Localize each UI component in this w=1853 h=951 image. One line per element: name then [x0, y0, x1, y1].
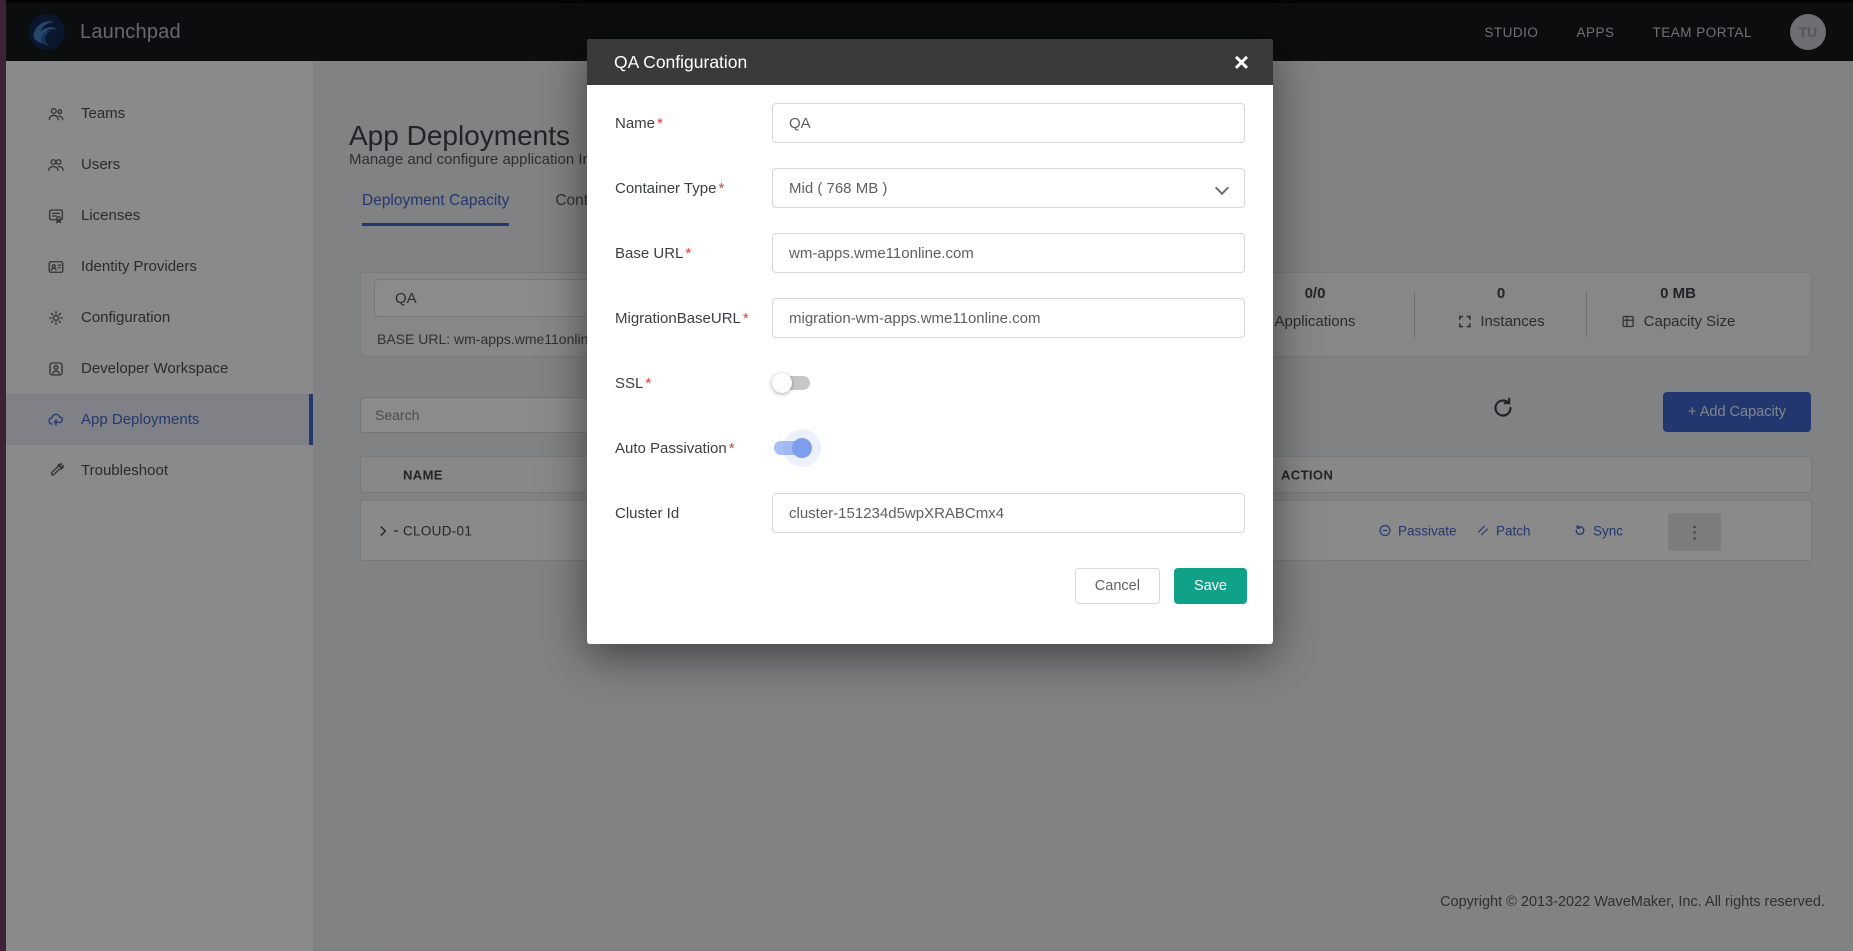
field-label: Base URL*: [615, 245, 772, 262]
name-input[interactable]: [772, 103, 1245, 143]
modal-body: Name* Container Type* Mid ( 768 MB ) Bas…: [587, 85, 1273, 533]
toggle-knob: [792, 438, 812, 458]
field-label-text: MigrationBaseURL: [615, 310, 741, 327]
field-label-text: Name: [615, 115, 655, 132]
field-label: Container Type*: [615, 180, 772, 197]
qa-configuration-modal: QA Configuration × Name* Container Type*…: [587, 39, 1273, 644]
migration-base-url-input[interactable]: [772, 298, 1245, 338]
field-label-text: SSL: [615, 375, 643, 392]
save-button[interactable]: Save: [1174, 568, 1247, 604]
required-asterisk: *: [729, 440, 735, 457]
app-root: Launchpad STUDIO APPS TEAM PORTAL TU Tea…: [0, 0, 1853, 951]
field-label-text: Cluster Id: [615, 505, 679, 522]
field-label: Cluster Id: [615, 505, 772, 522]
required-asterisk: *: [743, 310, 749, 327]
field-label: SSL*: [615, 375, 772, 392]
field-label-text: Auto Passivation: [615, 440, 727, 457]
field-name: Name*: [615, 103, 1245, 143]
field-label: Name*: [615, 115, 772, 132]
cancel-button[interactable]: Cancel: [1075, 568, 1160, 604]
field-auto-passivation: Auto Passivation*: [615, 428, 1245, 468]
field-label: Auto Passivation*: [615, 440, 772, 457]
select-value: Mid ( 768 MB ): [789, 180, 887, 197]
field-base-url: Base URL*: [615, 233, 1245, 273]
modal-title: QA Configuration: [614, 52, 747, 73]
modal-footer: Cancel Save: [587, 558, 1273, 644]
field-ssl: SSL*: [615, 363, 1245, 403]
close-icon[interactable]: ×: [1234, 49, 1249, 75]
field-label-text: Container Type: [615, 180, 716, 197]
chevron-down-icon: [1215, 181, 1229, 195]
required-asterisk: *: [657, 115, 663, 132]
modal-header: QA Configuration ×: [587, 39, 1273, 85]
container-type-select[interactable]: Mid ( 768 MB ): [772, 168, 1245, 208]
base-url-input[interactable]: [772, 233, 1245, 273]
field-container-type: Container Type* Mid ( 768 MB ): [615, 168, 1245, 208]
field-label-text: Base URL: [615, 245, 683, 262]
required-asterisk: *: [685, 245, 691, 262]
field-migration-base-url: MigrationBaseURL*: [615, 298, 1245, 338]
toggle-knob: [772, 373, 792, 393]
required-asterisk: *: [718, 180, 724, 197]
cluster-id-input[interactable]: [772, 493, 1245, 533]
ssl-toggle[interactable]: [774, 376, 810, 390]
field-cluster-id: Cluster Id: [615, 493, 1245, 533]
required-asterisk: *: [645, 375, 651, 392]
auto-passivation-toggle[interactable]: [774, 441, 810, 455]
field-label: MigrationBaseURL*: [615, 310, 772, 327]
